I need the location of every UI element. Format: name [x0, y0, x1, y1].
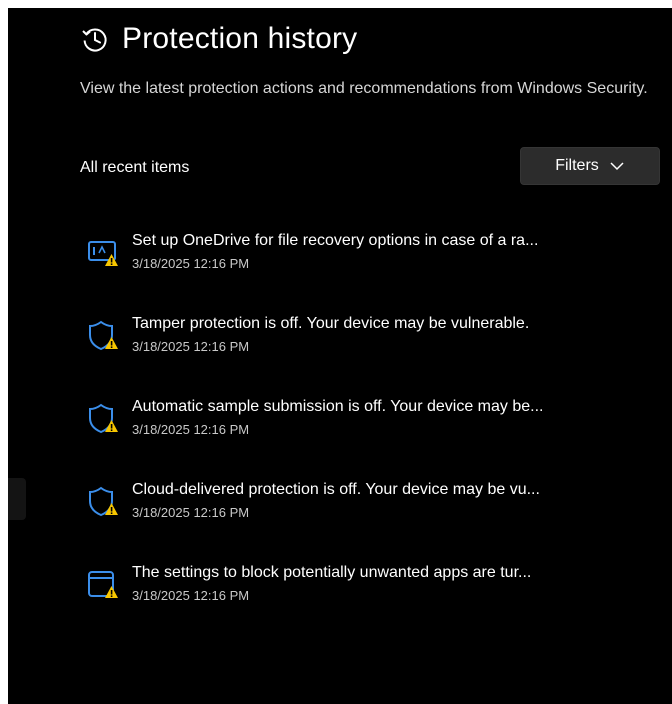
- protection-history-panel: Protection history View the latest prote…: [8, 8, 672, 704]
- history-icon: [82, 28, 107, 52]
- item-title: Automatic sample submission is off. Your…: [132, 398, 544, 415]
- section-label: All recent items: [80, 159, 190, 176]
- item-title: Tamper protection is off. Your device ma…: [132, 315, 530, 332]
- app-browser-warning-icon: [88, 571, 118, 598]
- filters-button[interactable]: Filters: [520, 147, 660, 185]
- list-item[interactable]: Set up OneDrive for file recovery option…: [80, 227, 660, 310]
- shield-warning-icon: [89, 403, 118, 434]
- shield-warning-icon: [89, 320, 118, 351]
- item-date: 3/18/2025 12:16 PM: [132, 339, 250, 354]
- chevron-down-icon: [610, 162, 624, 171]
- protection-history-list: Set up OneDrive for file recovery option…: [80, 227, 660, 642]
- list-item[interactable]: The settings to block potentially unwant…: [80, 559, 660, 642]
- page-title: Protection history: [122, 22, 358, 55]
- item-date: 3/18/2025 12:16 PM: [132, 588, 250, 603]
- collapsed-nav-tab[interactable]: [8, 478, 26, 520]
- item-date: 3/18/2025 12:16 PM: [132, 422, 250, 437]
- onedrive-warning-icon: [88, 241, 118, 266]
- filters-label: Filters: [555, 157, 599, 174]
- item-date: 3/18/2025 12:16 PM: [132, 256, 250, 271]
- page-header: Protection history: [80, 22, 357, 56]
- page-description: View the latest protection actions and r…: [80, 80, 648, 97]
- item-title: Cloud-delivered protection is off. Your …: [132, 481, 540, 498]
- list-item[interactable]: Cloud-delivered protection is off. Your …: [80, 476, 660, 559]
- list-item[interactable]: Automatic sample submission is off. Your…: [80, 393, 660, 476]
- shield-warning-icon: [89, 486, 118, 517]
- item-date: 3/18/2025 12:16 PM: [132, 505, 250, 520]
- list-item[interactable]: Tamper protection is off. Your device ma…: [80, 310, 660, 393]
- item-title: Set up OneDrive for file recovery option…: [132, 232, 539, 249]
- item-title: The settings to block potentially unwant…: [132, 564, 532, 581]
